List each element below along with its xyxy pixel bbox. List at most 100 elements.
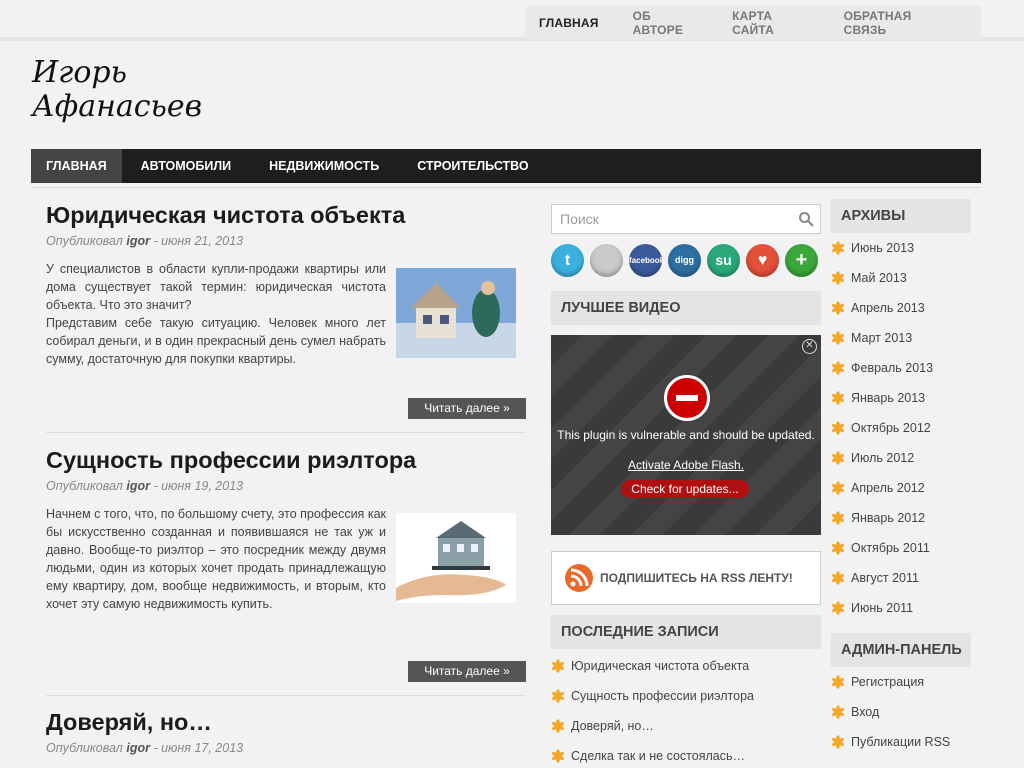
- twitter-icon[interactable]: t: [551, 244, 584, 277]
- post-meta: Опубликовал igor - июня 19, 2013: [46, 479, 244, 493]
- bullet-star-icon: [831, 601, 845, 615]
- admin-item[interactable]: Публикации RSS: [831, 727, 971, 757]
- recent-post-item[interactable]: Сущность профессии риэлтора: [551, 681, 821, 711]
- archive-item[interactable]: Октябрь 2012: [831, 413, 971, 443]
- topnav-about[interactable]: ОБ АВТОРЕ: [633, 9, 699, 37]
- bullet-star-icon: [831, 451, 845, 465]
- post: Юридическая чистота объекта Опубликовал …: [46, 200, 526, 445]
- post-title[interactable]: Юридическая чистота объекта: [46, 200, 526, 230]
- activate-flash-link[interactable]: Activate Adobe Flash.: [551, 458, 821, 472]
- archive-item-label: Август 2011: [851, 571, 919, 585]
- post-thumbnail-house-hand[interactable]: [396, 268, 516, 358]
- recent-post-item[interactable]: Юридическая чистота объекта: [551, 651, 821, 681]
- mainnav-home[interactable]: ГЛАВНАЯ: [31, 149, 122, 183]
- archive-item-label: Октябрь 2011: [851, 541, 930, 555]
- logo-line1: Игорь: [32, 55, 127, 90]
- archive-item[interactable]: Май 2013: [831, 263, 971, 293]
- top-bar: ГЛАВНАЯ ОБ АВТОРЕ КАРТА САЙТА ОБРАТНАЯ С…: [0, 0, 1024, 41]
- admin-item-label: Регистрация: [851, 675, 925, 689]
- stumbleupon-icon[interactable]: su: [707, 244, 740, 277]
- search-input[interactable]: Поиск: [551, 204, 821, 234]
- topnav-contact[interactable]: ОБРАТНАЯ СВЯЗЬ: [844, 9, 947, 37]
- mainnav-building[interactable]: СТРОИТЕЛЬСТВО: [398, 149, 547, 183]
- bullet-star-icon: [551, 689, 565, 703]
- read-more-button[interactable]: Читать далее »: [408, 398, 526, 419]
- recent-post-item[interactable]: Сделка так и не состоялась…: [551, 741, 821, 768]
- archive-item-label: Октябрь 2012: [851, 421, 931, 435]
- recent-post-item[interactable]: Доверяй, но…: [551, 711, 821, 741]
- rss-subscribe-box[interactable]: ПОДПИШИТЕСЬ НА RSS ЛЕНТУ!: [551, 551, 821, 605]
- bullet-star-icon: [831, 511, 845, 525]
- archive-item-label: Март 2013: [851, 331, 913, 345]
- site-logo[interactable]: Игорь Афанасьев: [32, 56, 232, 124]
- post-title[interactable]: Сущность профессии риэлтора: [46, 445, 526, 475]
- bullet-star-icon: [831, 675, 845, 689]
- post-title[interactable]: Доверяй, но…: [46, 707, 526, 737]
- post: Сущность профессии риэлтора Опубликовал …: [46, 445, 526, 707]
- post-list: Юридическая чистота объекта Опубликовал …: [46, 200, 526, 755]
- archive-item[interactable]: Июнь 2011: [831, 593, 971, 623]
- search-icon[interactable]: [798, 211, 814, 227]
- video-player[interactable]: ✕ This plugin is vulnerable and should b…: [551, 335, 821, 535]
- post-author[interactable]: igor: [126, 741, 150, 755]
- admin-item[interactable]: Регистрация: [831, 667, 971, 697]
- archive-item[interactable]: Апрель 2012: [831, 473, 971, 503]
- admin-item-label: Публикации RSS: [851, 735, 951, 749]
- recent-posts-list: Юридическая чистота объекта Сущность проф…: [551, 651, 821, 768]
- archive-item[interactable]: Март 2013: [831, 323, 971, 353]
- plugin-warning: This plugin is vulnerable and should be …: [557, 428, 815, 442]
- nav-divider: [31, 187, 981, 188]
- mainnav-realty[interactable]: НЕДВИЖИМОСТЬ: [250, 149, 398, 183]
- bullet-star-icon: [831, 301, 845, 315]
- admin-item[interactable]: Вход: [831, 697, 971, 727]
- admin-item-label: Вход: [851, 705, 880, 719]
- archive-item[interactable]: Февраль 2013: [831, 353, 971, 383]
- archive-item[interactable]: Октябрь 2011: [831, 533, 971, 563]
- digg-icon[interactable]: digg: [668, 244, 701, 277]
- archive-item[interactable]: Январь 2013: [831, 383, 971, 413]
- main-nav: ГЛАВНАЯ АВТОМОБИЛИ НЕДВИЖИМОСТЬ СТРОИТЕЛ…: [31, 149, 981, 183]
- delicious-icon[interactable]: [590, 244, 623, 277]
- topnav-home[interactable]: ГЛАВНАЯ: [539, 16, 599, 30]
- recent-post-item-label: Сделка так и не состоялась…: [571, 749, 745, 763]
- archive-item-label: Февраль 2013: [851, 361, 934, 375]
- mainnav-cars[interactable]: АВТОМОБИЛИ: [122, 149, 251, 183]
- bullet-star-icon: [831, 241, 845, 255]
- widget-title-video: ЛУЧШЕЕ ВИДЕО: [551, 291, 821, 325]
- post-thumbnail-house-palm[interactable]: [396, 513, 516, 603]
- plus-icon[interactable]: +: [785, 244, 818, 277]
- archive-item[interactable]: Август 2011: [831, 563, 971, 593]
- archive-item[interactable]: Июль 2012: [831, 443, 971, 473]
- read-more-button[interactable]: Читать далее »: [408, 661, 526, 682]
- search-placeholder: Поиск: [560, 211, 599, 227]
- bullet-star-icon: [831, 735, 845, 749]
- post-author[interactable]: igor: [126, 234, 150, 248]
- archive-item-label: Июнь 2011: [851, 601, 914, 615]
- recent-post-item-label: Сущность профессии риэлтора: [571, 689, 754, 703]
- admin-list: Регистрация Вход Публикации RSS: [831, 667, 971, 757]
- bullet-star-icon: [831, 391, 845, 405]
- heart-icon[interactable]: ♥: [746, 244, 779, 277]
- facebook-icon[interactable]: facebook: [629, 244, 664, 277]
- topnav-sitemap[interactable]: КАРТА САЙТА: [732, 9, 809, 37]
- check-updates-button[interactable]: Check for updates...: [621, 480, 749, 498]
- blocked-plugin-icon: [664, 375, 710, 421]
- archive-item[interactable]: Апрель 2013: [831, 293, 971, 323]
- archives-list: Июнь 2013 Май 2013 Апрель 2013 Март 2013 Фев…: [831, 233, 971, 623]
- recent-post-item-label: Юридическая чистота объекта: [571, 659, 750, 673]
- archive-item-label: Май 2013: [851, 271, 907, 285]
- recent-post-item-label: Доверяй, но…: [571, 719, 654, 733]
- bullet-star-icon: [831, 481, 845, 495]
- archive-item[interactable]: Январь 2012: [831, 503, 971, 533]
- archive-item-label: Январь 2012: [851, 511, 926, 525]
- rss-icon: [565, 564, 593, 592]
- post-meta: Опубликовал igor - июня 21, 2013: [46, 234, 244, 248]
- archive-item[interactable]: Июнь 2013: [831, 233, 971, 263]
- post-author[interactable]: igor: [126, 479, 150, 493]
- archive-item-label: Апрель 2013: [851, 301, 925, 315]
- close-icon[interactable]: ✕: [802, 339, 817, 354]
- bullet-star-icon: [551, 719, 565, 733]
- bullet-star-icon: [831, 421, 845, 435]
- bullet-star-icon: [551, 749, 565, 763]
- social-icons: t facebook digg su ♥ +: [551, 244, 821, 277]
